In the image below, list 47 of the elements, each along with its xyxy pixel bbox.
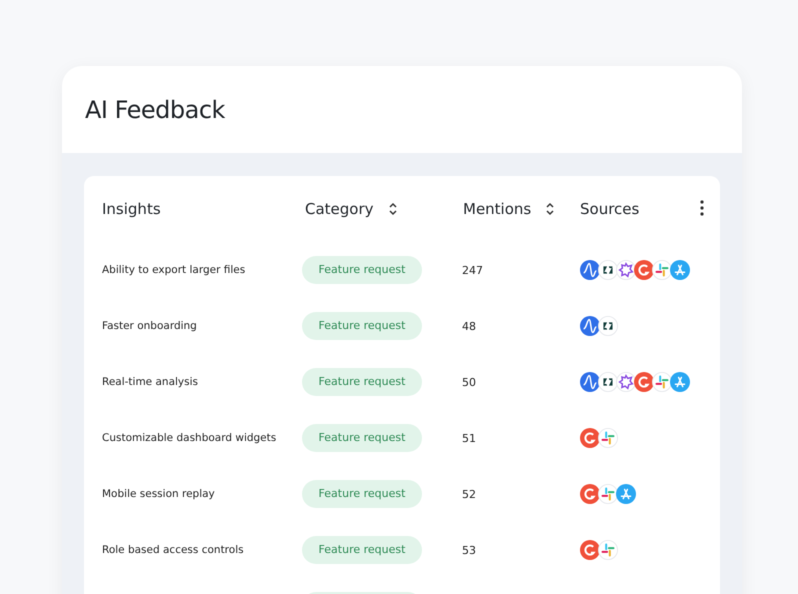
- insight-text: Ability to export larger files: [102, 264, 246, 276]
- column-header: Category: [305, 200, 374, 218]
- hash-logo-icon: [598, 540, 618, 560]
- column-header: Sources: [580, 200, 640, 218]
- z-logo-icon: [598, 260, 618, 280]
- insight-text: Role based access controls: [102, 544, 244, 556]
- gear-logo-icon: [616, 372, 636, 392]
- mentions-count: 52: [462, 488, 476, 500]
- column-header: Mentions: [463, 200, 532, 218]
- insight-text: Customizable dashboard widgets: [102, 432, 276, 444]
- wave-logo-icon: [580, 316, 600, 336]
- hash-logo-icon: [652, 260, 672, 280]
- hash-logo-icon: [598, 428, 618, 448]
- g-logo-icon: [580, 428, 600, 448]
- z-logo-icon: [598, 316, 618, 336]
- wave-logo-icon: [580, 260, 600, 280]
- z-logo-icon: [598, 372, 618, 392]
- category-badge: Feature request: [302, 256, 422, 284]
- mentions-count: 50: [462, 376, 476, 388]
- wave-logo-icon: [580, 372, 600, 392]
- category-badge: Feature request: [302, 312, 422, 340]
- g-logo-icon: [634, 372, 654, 392]
- mentions-count: 247: [462, 264, 483, 276]
- column-header: Insights: [102, 200, 161, 218]
- g-logo-icon: [580, 484, 600, 504]
- hash-logo-icon: [598, 484, 618, 504]
- category-badge: Feature request: [302, 480, 422, 508]
- more-options-icon[interactable]: [700, 200, 704, 216]
- category-badge: Feature request: [302, 424, 422, 452]
- g-logo-icon: [634, 260, 654, 280]
- sort-icon[interactable]: [388, 202, 398, 216]
- insight-text: Mobile session replay: [102, 488, 215, 500]
- category-badge: Feature request: [302, 536, 422, 564]
- g-logo-icon: [580, 540, 600, 560]
- insight-text: Real-time analysis: [102, 376, 198, 388]
- hash-logo-icon: [652, 372, 672, 392]
- card-title: AI Feedback: [85, 96, 225, 124]
- a-logo-icon: [616, 484, 636, 504]
- mentions-count: 51: [462, 432, 476, 444]
- insight-text: Faster onboarding: [102, 320, 197, 332]
- category-badge: Feature request: [302, 368, 422, 396]
- gear-logo-icon: [616, 260, 636, 280]
- mentions-count: 48: [462, 320, 476, 332]
- mentions-count: 53: [462, 544, 476, 556]
- a-logo-icon: [670, 372, 690, 392]
- a-logo-icon: [670, 260, 690, 280]
- sort-icon[interactable]: [545, 202, 556, 216]
